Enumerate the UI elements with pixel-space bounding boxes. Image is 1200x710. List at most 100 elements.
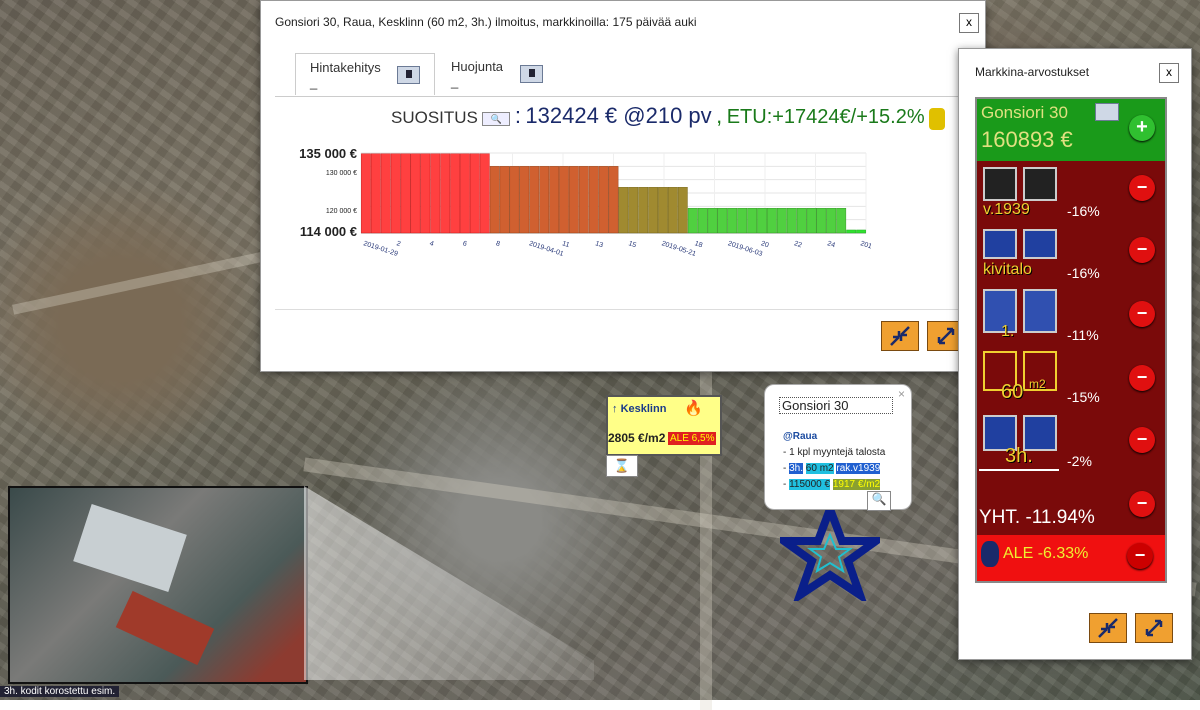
side-close-button[interactable]: x xyxy=(1159,63,1179,83)
market-valuation-panel: Markkina-arvostukset x Gonsiori 30 16089… xyxy=(958,48,1192,660)
price-bar xyxy=(559,166,569,234)
price-bar xyxy=(816,208,827,234)
sale-row: ALE -6.33% − xyxy=(977,535,1165,581)
recommended-price: 132424 € @210 pv xyxy=(525,103,712,128)
factor-pct: -16% xyxy=(1067,265,1100,281)
price-bar xyxy=(747,208,757,234)
popup-price: 115000 € xyxy=(789,479,831,490)
price-bar xyxy=(707,208,718,234)
side-shrink-button[interactable] xyxy=(1089,613,1127,643)
inset-building xyxy=(73,504,187,592)
area-info-box[interactable]: ↑ Kesklinn 🔥 2805 €/m2 ALE 6,5% xyxy=(606,395,722,456)
factor-label: kivitalo xyxy=(983,261,1032,278)
building-calendar-icon xyxy=(983,167,1017,201)
magnifier-icon[interactable]: 🔍 xyxy=(482,111,511,126)
factor-pct: -16% xyxy=(1067,203,1100,219)
price-bar xyxy=(588,166,599,234)
price-bar xyxy=(479,153,490,234)
x-tick-label: 11 xyxy=(561,240,570,249)
recommendation-line: SUOSITUS 🔍 : 132424 € @210 pv , ETU:+174… xyxy=(391,103,946,130)
price-bar xyxy=(677,187,688,234)
price-bar xyxy=(806,208,817,234)
zoom-icon[interactable]: 🔍 xyxy=(867,491,891,511)
tab-hintakehitys[interactable]: Hintakehitys _ xyxy=(295,53,435,95)
factor-unit: m2 xyxy=(1029,377,1046,391)
remove-button[interactable]: − xyxy=(1127,543,1153,569)
price-history-chart: 135 000 € 130 000 € 120 000 € 114 000 € 2019… xyxy=(299,146,871,258)
price-bar xyxy=(846,229,857,234)
popup-built-year: rak.v1939 xyxy=(836,463,881,474)
price-bar xyxy=(786,208,797,234)
price-bar xyxy=(668,187,678,234)
remove-button[interactable]: − xyxy=(1129,427,1155,453)
remove-button[interactable]: − xyxy=(1129,491,1155,517)
price-bar xyxy=(598,166,609,234)
price-bar xyxy=(826,208,837,234)
price-bar xyxy=(400,153,411,234)
y-tick-label: 120 000 € xyxy=(326,208,357,215)
listing-panel: Gonsiori 30, Raua, Kesklinn (60 m2, 3h.)… xyxy=(260,0,986,372)
advantage-value: ETU:+17424€/+15.2% xyxy=(726,106,925,128)
price-bar xyxy=(836,208,847,234)
sale-adjustment: ALE -6.33% xyxy=(1003,545,1089,562)
x-tick-label: 2019-06-03 xyxy=(727,240,763,258)
price-per-m2: 2805 €/m2 xyxy=(608,431,666,445)
price-bar xyxy=(578,166,589,234)
price-bar xyxy=(509,166,520,234)
x-tick-label: 20 xyxy=(760,240,770,249)
inset-building-red xyxy=(115,590,215,666)
shrink-icon xyxy=(890,326,910,346)
sale-badge: ALE 6,5% xyxy=(668,432,717,445)
remove-button[interactable]: − xyxy=(1129,365,1155,391)
price-bar xyxy=(460,153,470,234)
add-button[interactable]: + xyxy=(1129,115,1155,141)
tab-huojunta[interactable]: Huojunta _ xyxy=(437,53,557,95)
x-tick-label: 24 xyxy=(826,240,836,249)
price-bar xyxy=(489,166,500,234)
remove-button[interactable]: − xyxy=(1129,175,1155,201)
price-bar xyxy=(727,208,738,234)
popup-close-icon[interactable]: × xyxy=(898,387,905,401)
building-calendar-icon xyxy=(1023,167,1057,201)
inset-zoom-view[interactable] xyxy=(8,486,308,684)
popup-price-row: - 115000 € 1917 €/m2 xyxy=(783,479,881,490)
x-tick-label: 2 xyxy=(395,240,401,248)
close-button[interactable]: x xyxy=(959,13,979,33)
recommendation-label: SUOSITUS xyxy=(391,108,478,127)
x-tick-label: 6 xyxy=(462,240,468,248)
star-marker-icon[interactable] xyxy=(780,505,880,601)
expand-icon xyxy=(937,327,955,345)
x-tick-label: 4 xyxy=(429,240,435,248)
area-label: ↑ Kesklinn xyxy=(612,403,667,415)
hot-fire-icon: 🔥 xyxy=(684,400,703,417)
x-tick-label: 2019-05-21 xyxy=(661,240,697,258)
price-bar xyxy=(687,208,698,234)
remove-button[interactable]: − xyxy=(1129,301,1155,327)
tab-label: Huojunta _ xyxy=(451,59,504,89)
price-bar xyxy=(529,166,540,234)
price-bar xyxy=(519,166,530,234)
price-bar xyxy=(380,153,391,234)
popup-title: Gonsiori 30 xyxy=(779,397,893,414)
price-bar xyxy=(618,187,629,234)
side-expand-button[interactable] xyxy=(1135,613,1173,643)
valuation-price: 160893 € xyxy=(981,127,1073,152)
y-tick-label: 135 000 € xyxy=(299,146,357,161)
person-icon xyxy=(519,65,543,83)
remove-button[interactable]: − xyxy=(1129,237,1155,263)
brick-wall-icon xyxy=(1023,229,1057,259)
shrink-button[interactable] xyxy=(881,321,919,351)
factor-label: 3h. xyxy=(1005,445,1033,467)
factor-pct: -15% xyxy=(1067,389,1100,405)
hourglass-icon[interactable]: ⌛ xyxy=(606,455,638,477)
x-tick-label: 2019-01-29 xyxy=(362,240,398,258)
tab-label: Hintakehitys _ xyxy=(310,59,381,90)
brick-wall-icon xyxy=(983,229,1017,259)
popup-rooms: 3h. xyxy=(789,463,804,474)
tower-building-icon xyxy=(1023,289,1057,333)
price-bar xyxy=(717,208,728,234)
person-icon xyxy=(396,65,420,84)
valuation-breakdown: Gonsiori 30 160893 € + v.1939 -16% − kiv… xyxy=(975,97,1167,583)
price-bar xyxy=(430,153,441,234)
popup-area: 60 m2 xyxy=(805,463,834,474)
